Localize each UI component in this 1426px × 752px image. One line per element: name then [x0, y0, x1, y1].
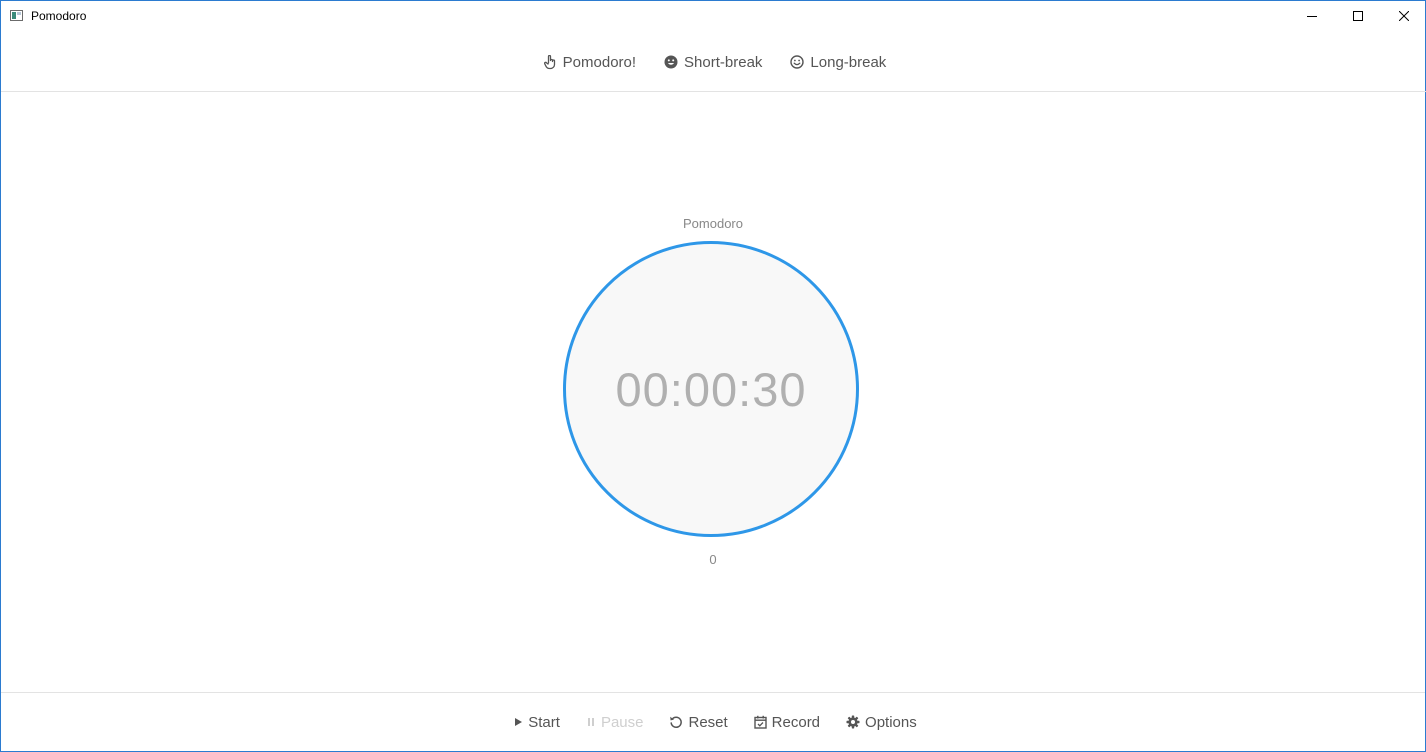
mode-tabs: Pomodoro! Short-break Long-break: [1, 33, 1426, 92]
close-button[interactable]: [1381, 1, 1426, 31]
minimize-icon: [1307, 16, 1317, 17]
start-button[interactable]: Start: [513, 714, 560, 731]
pause-label: Pause: [600, 713, 644, 731]
options-button[interactable]: Options: [846, 714, 917, 731]
smile-filled-icon: [664, 55, 678, 69]
tab-long-break[interactable]: Long-break: [790, 46, 886, 78]
maximize-icon: [1353, 11, 1363, 21]
maximize-button[interactable]: [1335, 1, 1381, 31]
record-button[interactable]: Record: [753, 713, 821, 731]
tab-label: Long-break: [810, 53, 887, 71]
timer-display: 00:00:30: [615, 362, 807, 416]
play-icon: [515, 718, 523, 726]
start-label: Start: [528, 713, 560, 731]
gear-icon: [846, 715, 860, 729]
pomodoro-count: 0: [709, 552, 717, 567]
record-label: Record: [771, 713, 821, 731]
tab-pomodoro[interactable]: Pomodoro!: [543, 46, 637, 78]
title-bar[interactable]: Pomodoro: [1, 1, 1425, 32]
timer-ring: 00:00:30: [563, 241, 859, 537]
options-label: Options: [865, 713, 917, 731]
pause-button[interactable]: Pause: [586, 713, 644, 731]
timer-area: Pomodoro 00:00:30 0: [1, 92, 1425, 692]
tab-label: Short-break: [684, 53, 763, 71]
window-app-icon: [10, 10, 23, 21]
smile-outline-icon: [790, 55, 805, 69]
tab-short-break[interactable]: Short-break: [664, 46, 762, 78]
app-window: Pomodoro Pomodoro! Short-break Long-brea…: [0, 0, 1426, 752]
mode-label: Pomodoro: [683, 216, 743, 231]
window-title: Pomodoro: [31, 9, 87, 23]
reset-button[interactable]: Reset: [669, 713, 728, 731]
hand-pointer-icon: [543, 54, 555, 69]
reset-icon: [670, 716, 683, 729]
minimize-button[interactable]: [1289, 1, 1335, 31]
pause-icon: [587, 718, 594, 726]
close-icon: [1399, 11, 1409, 21]
calendar-check-icon: [753, 715, 767, 729]
tab-label: Pomodoro!: [562, 53, 637, 71]
reset-label: Reset: [688, 713, 728, 731]
control-toolbar: Start Pause Reset Record Options: [1, 692, 1425, 751]
